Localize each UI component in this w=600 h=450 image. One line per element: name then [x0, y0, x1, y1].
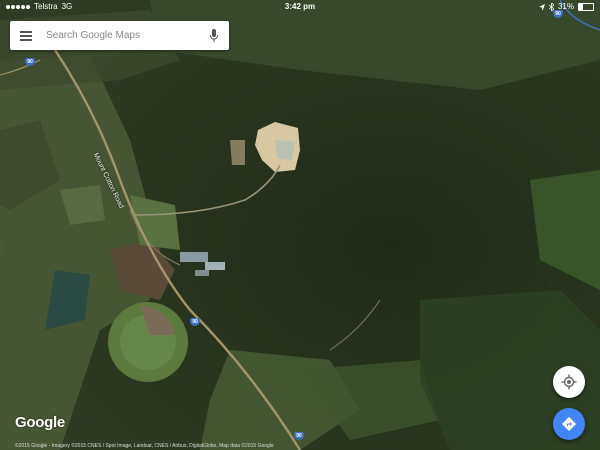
menu-icon[interactable] — [20, 30, 32, 41]
status-bar: Telstra 3G 3:42 pm 31% — [0, 0, 600, 14]
status-time: 3:42 pm — [284, 2, 316, 11]
battery-level — [579, 4, 584, 10]
satellite-map[interactable]: 90 90 90 90 Mount Cotton Road — [0, 0, 600, 450]
location-arrow-icon — [538, 3, 545, 11]
my-location-button[interactable] — [553, 366, 585, 398]
directions-icon — [561, 416, 577, 432]
directions-button[interactable] — [553, 408, 585, 440]
bluetooth-icon — [548, 3, 554, 11]
search-bar[interactable]: Search Google Maps — [10, 21, 229, 50]
google-logo: Google — [15, 414, 65, 431]
battery-percent: 31% — [557, 2, 574, 11]
status-right: 31% — [538, 0, 594, 14]
my-location-icon — [561, 374, 577, 390]
mic-icon[interactable] — [209, 28, 219, 43]
satellite-imagery — [0, 0, 600, 450]
map-attribution: ©2015 Google - Imagery ©2015 CNES / Spot… — [15, 443, 274, 449]
search-input[interactable]: Search Google Maps — [46, 30, 209, 41]
battery-icon — [578, 3, 594, 11]
